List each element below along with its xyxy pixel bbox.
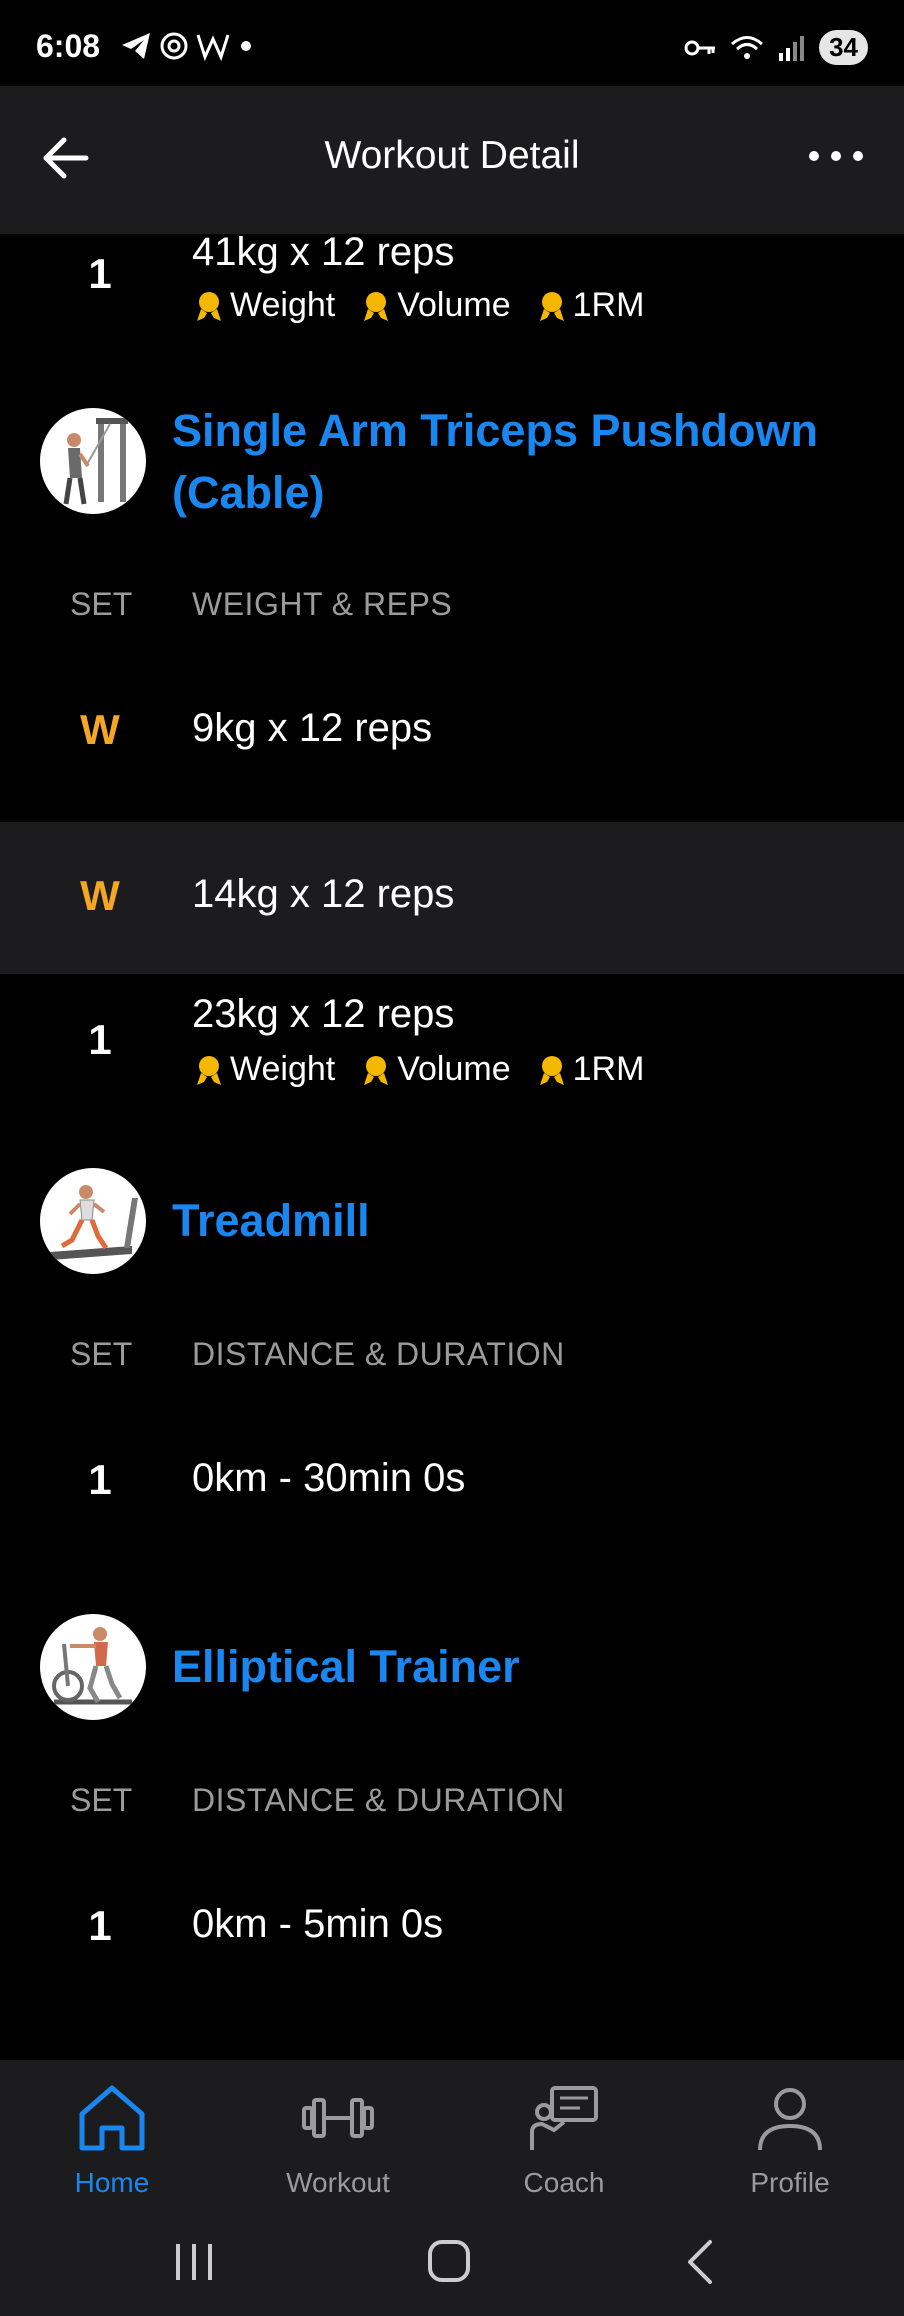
column-header-weight-reps: WEIGHT & REPS	[192, 586, 453, 622]
medal-icon	[364, 291, 389, 321]
signal-icon	[779, 35, 805, 61]
status-system-icons: 34	[683, 30, 868, 65]
treadmill-illustration	[50, 1185, 138, 1260]
status-bar: 6:08 34	[0, 0, 904, 86]
medal-icon	[364, 1055, 389, 1085]
exercise-thumbnail-treadmill[interactable]	[40, 1168, 146, 1274]
w-app-icon	[196, 34, 230, 61]
warmup-set-label: W	[80, 706, 120, 753]
nav-label-home: Home	[74, 2167, 150, 2198]
nav-label-profile: Profile	[750, 2167, 830, 2198]
set-row: W 9kg x 12 reps	[0, 672, 904, 794]
pr-badge-volume: Volume	[359, 1050, 511, 1089]
recent-apps-icon[interactable]	[154, 2232, 234, 2292]
set-number: 1	[88, 1902, 112, 1949]
pr-badges: Weight Volume 1RM	[192, 286, 644, 325]
column-header-set: SET	[70, 1336, 133, 1372]
set-number: 1	[88, 1016, 112, 1063]
nav-item-profile[interactable]: Profile	[700, 2078, 880, 2199]
pr-badge-1rm: 1RM	[535, 1050, 644, 1089]
set-value: 41kg x 12 reps	[192, 234, 455, 274]
back-nav-icon[interactable]	[662, 2232, 742, 2292]
warmup-set-label: W	[80, 872, 120, 919]
more-options-icon[interactable]	[806, 136, 866, 176]
exercise-title[interactable]: Treadmill	[172, 1190, 852, 1252]
home-button-icon[interactable]	[408, 2232, 488, 2292]
dot-icon	[241, 41, 251, 51]
column-header-set: SET	[70, 1782, 133, 1818]
nav-item-coach[interactable]: Coach	[474, 2078, 654, 2199]
nav-item-home[interactable]: Home	[22, 2078, 202, 2199]
pr-badge-weight: Weight	[192, 286, 335, 325]
telegram-icon	[122, 33, 150, 59]
column-header-distance-duration: DISTANCE & DURATION	[192, 1336, 565, 1372]
exercise-thumbnail-triceps-pushdown[interactable]	[40, 408, 146, 514]
pr-badge-weight: Weight	[192, 1050, 335, 1089]
workout-content[interactable]: 1 41kg x 12 reps Weight Volume 1RM Singl…	[0, 234, 904, 2060]
exercise-title[interactable]: Elliptical Trainer	[172, 1636, 852, 1698]
nav-label-workout: Workout	[286, 2167, 390, 2198]
nav-item-workout[interactable]: Workout	[248, 2078, 428, 2199]
exercise-thumbnail-elliptical[interactable]	[40, 1614, 146, 1720]
system-nav-bar	[0, 2210, 904, 2316]
profile-icon	[758, 2088, 822, 2151]
medal-icon	[197, 1055, 221, 1085]
bottom-nav: Home Workout Coach Profile	[0, 2060, 904, 2210]
set-row-highlighted: W 14kg x 12 reps	[0, 822, 904, 974]
column-header-distance-duration: DISTANCE & DURATION	[192, 1782, 565, 1818]
set-value: 23kg x 12 reps	[192, 992, 455, 1036]
status-notification-icons	[120, 30, 256, 62]
medal-icon	[539, 1055, 564, 1085]
set-row: 1 41kg x 12 reps Weight Volume 1RM	[0, 234, 904, 334]
pr-badges: Weight Volume 1RM	[192, 1050, 644, 1089]
status-time: 6:08	[36, 28, 101, 64]
nav-label-coach: Coach	[523, 2167, 605, 2198]
set-number: 1	[88, 250, 112, 297]
pr-badge-volume: Volume	[359, 286, 511, 325]
home-icon	[79, 2085, 145, 2151]
set-row: 1 23kg x 12 reps Weight Volume 1RM	[0, 974, 904, 1124]
elliptical-illustration	[52, 1627, 132, 1705]
set-row: 1 0km - 30min 0s	[0, 1422, 904, 1542]
exercise-title[interactable]: Single Arm Triceps Pushdown (Cable)	[172, 400, 852, 524]
set-value: 9kg x 12 reps	[192, 706, 433, 750]
dumbbell-icon	[302, 2098, 374, 2138]
app-header: Workout Detail	[0, 86, 904, 234]
column-header-set: SET	[70, 586, 133, 622]
set-value: 0km - 5min 0s	[192, 1902, 444, 1946]
wifi-icon	[731, 35, 764, 59]
set-row: 1 0km - 5min 0s	[0, 1868, 904, 1988]
set-number: 1	[88, 1456, 112, 1503]
threads-icon	[160, 32, 188, 60]
battery-indicator: 34	[819, 30, 868, 65]
pr-badge-1rm: 1RM	[535, 286, 644, 325]
medal-icon	[197, 291, 221, 321]
key-icon	[684, 40, 716, 55]
coach-icon	[530, 2086, 598, 2150]
page-title: Workout Detail	[324, 134, 580, 177]
medal-icon	[539, 291, 564, 321]
set-value: 0km - 30min 0s	[192, 1456, 466, 1500]
set-value: 14kg x 12 reps	[192, 872, 455, 916]
triceps-pushdown-illustration	[63, 418, 128, 505]
